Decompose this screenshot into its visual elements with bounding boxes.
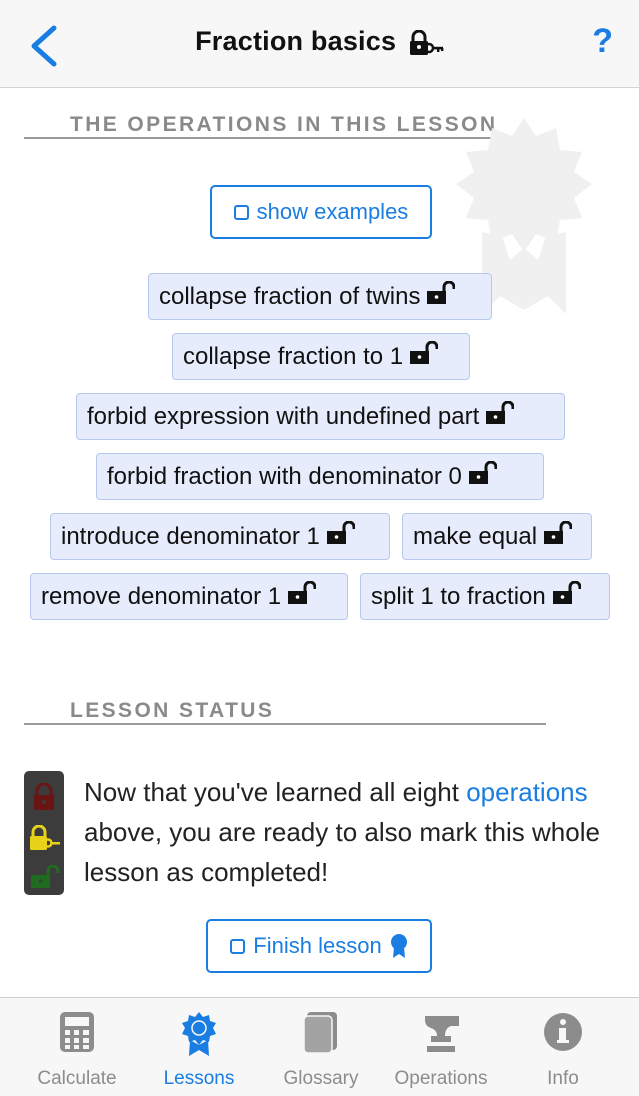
calculator-icon [60,1012,94,1052]
tab-calculate-label: Calculate [37,1068,117,1089]
operation-label: collapse fraction to 1 [183,342,404,370]
operation-label: remove denominator 1 [41,582,282,610]
page-title-text: Fraction basics [195,26,397,56]
tab-bar: Calculate Lessons Glossary Operations In… [0,997,639,1096]
operations-section-title: THE OPERATIONS IN THIS LESSON [70,113,498,136]
open-lock-icon [425,280,456,312]
tab-info[interactable]: Info [503,998,623,1096]
tab-glossary[interactable]: Glossary [261,998,381,1096]
open-lock-icon [542,520,573,552]
open-lock-icon [467,460,498,492]
operations-link[interactable]: operations [466,777,587,807]
closed-lock-icon [34,783,54,810]
open-lock-icon [408,340,439,372]
status-text-before: Now that you've learned all eight [84,777,467,807]
navigation-header: Fraction basics ? [0,0,639,88]
tab-info-label: Info [547,1068,579,1089]
show-examples-toggle[interactable]: show examples [210,185,432,239]
tab-glossary-label: Glossary [283,1068,359,1089]
tab-operations[interactable]: Operations [381,998,501,1096]
open-lock-icon [325,520,356,552]
operation-label: forbid fraction with denominator 0 [107,462,462,490]
lock-with-key-icon [408,29,444,63]
anvil-icon [425,1016,459,1052]
operation-label: forbid expression with undefined part [87,402,480,430]
operation-chip[interactable]: forbid expression with undefined part [76,393,565,440]
award-ribbon-icon [390,934,407,958]
operation-label: split 1 to fraction [371,582,546,610]
open-lock-icon [31,865,60,888]
page-title: Fraction basics [0,26,639,63]
info-icon [544,1013,582,1051]
tab-lessons-label: Lessons [163,1068,235,1089]
operation-chip[interactable]: collapse fraction of twins [148,273,492,320]
lesson-status-indicator [24,771,64,895]
lesson-status-divider [24,723,546,725]
operation-chip[interactable]: make equal [402,513,592,560]
award-ribbon-icon [182,1012,216,1056]
lesson-status-message: Now that you've learned all eight operat… [84,772,624,892]
operation-label: introduce denominator 1 [61,522,320,550]
operation-chip[interactable]: forbid fraction with denominator 0 [96,453,544,500]
operation-label: make equal [413,522,538,550]
open-lock-icon [551,580,582,612]
operation-chip[interactable]: split 1 to fraction [360,573,610,620]
tab-calculate[interactable]: Calculate [17,998,137,1096]
operation-label: collapse fraction of twins [159,282,421,310]
open-lock-icon [484,400,515,432]
checkbox-icon [233,204,249,220]
finish-lesson-label: Finish lesson [253,933,382,958]
help-button[interactable]: ? [592,22,613,61]
status-text-after: above, you are ready to also mark this w… [84,817,600,887]
open-lock-icon [286,580,317,612]
finish-lesson-toggle[interactable]: Finish lesson [206,919,432,973]
book-icon [303,1012,337,1054]
operation-chip[interactable]: collapse fraction to 1 [172,333,470,380]
tab-operations-label: Operations [394,1068,488,1089]
lock-with-key-icon [30,825,60,850]
operation-chip[interactable]: remove denominator 1 [30,573,348,620]
show-examples-label: show examples [256,199,409,224]
lesson-status-title: LESSON STATUS [70,699,275,722]
checkbox-icon [230,938,246,954]
operation-chip[interactable]: introduce denominator 1 [50,513,390,560]
tab-lessons[interactable]: Lessons [139,998,259,1096]
